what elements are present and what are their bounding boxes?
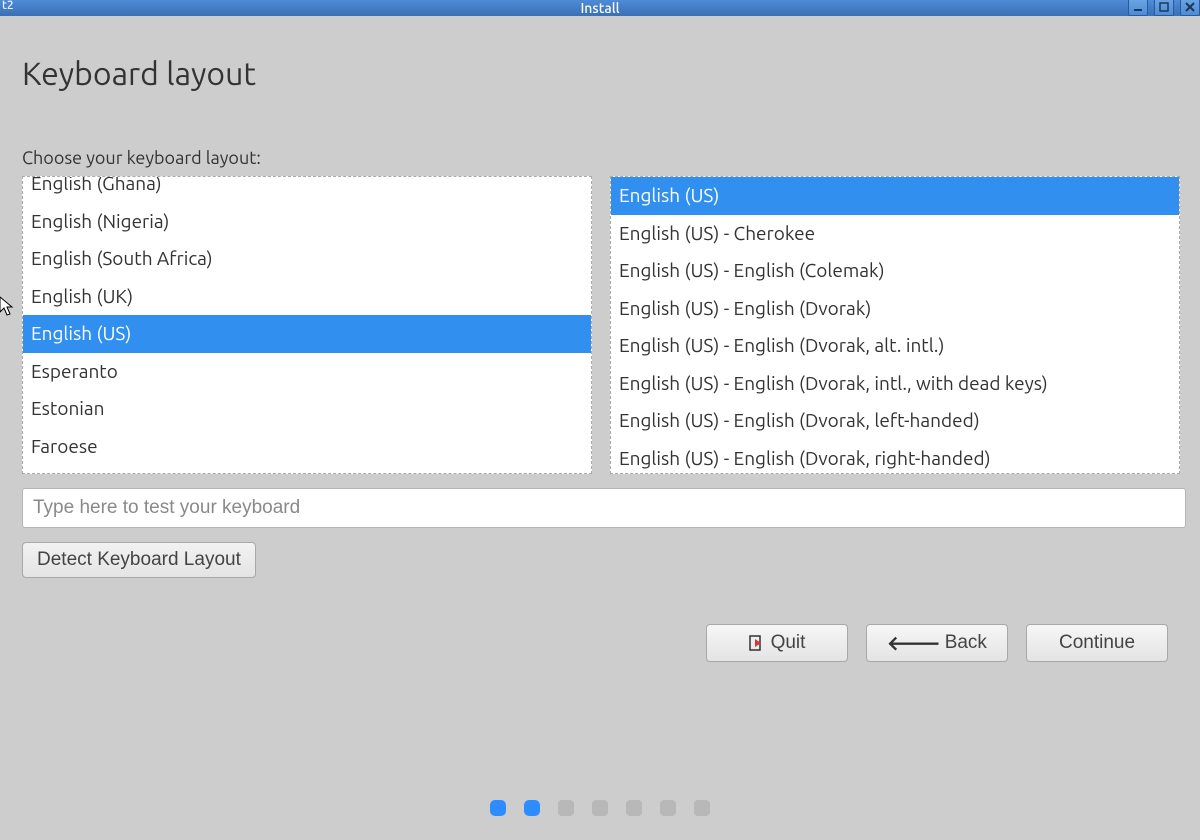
variant-item[interactable]: English (US) - English (Colemak) [611,252,1179,290]
language-item[interactable]: English (South Africa) [23,240,591,278]
variant-item[interactable]: English (US) - English (Dvorak, right-ha… [611,440,1179,475]
variant-item[interactable]: English (US) - English (Dvorak) [611,290,1179,328]
progress-dot [558,800,574,816]
navigation-buttons: Quit 🡐 Back Continue [22,624,1168,662]
variant-item[interactable]: English (US) - English (Dvorak, alt. int… [611,327,1179,365]
language-item[interactable]: English (Nigeria) [23,203,591,241]
content-area: Keyboard layout Choose your keyboard lay… [0,16,1200,662]
variant-item[interactable]: English (US) [611,177,1179,215]
progress-dot [626,800,642,816]
quit-label: Quit [771,632,806,654]
subtitle-label: Choose your keyboard layout: [22,148,1180,168]
titlebar-left: t2 [2,0,14,12]
language-item[interactable]: Estonian [23,390,591,428]
language-item[interactable]: English (UK) [23,278,591,316]
minimize-button[interactable] [1128,0,1148,16]
progress-dot [694,800,710,816]
detect-keyboard-button[interactable]: Detect Keyboard Layout [22,542,256,578]
layout-panes: English (Ghana)English (Nigeria)English … [22,176,1180,474]
continue-button[interactable]: Continue [1026,624,1168,662]
progress-indicator [490,800,710,816]
variant-item[interactable]: English (US) - Cherokee [611,215,1179,253]
back-arrow-icon: 🡐 [887,631,941,656]
variant-item[interactable]: English (US) - English (Dvorak, left-han… [611,402,1179,440]
language-item[interactable]: English (Ghana) [23,176,591,203]
window-title: Install [580,0,619,16]
progress-dot [490,800,506,816]
continue-label: Continue [1059,632,1135,654]
quit-button[interactable]: Quit [706,624,848,662]
progress-dot [592,800,608,816]
language-item[interactable]: English (US) [23,315,591,353]
page-title: Keyboard layout [22,56,1180,92]
language-item[interactable]: Esperanto [23,353,591,391]
variant-listbox[interactable]: English (US)English (US) - CherokeeEngli… [610,176,1180,474]
quit-icon [749,634,767,652]
progress-dot [660,800,676,816]
language-item[interactable]: Faroese [23,428,591,466]
back-button[interactable]: 🡐 Back [866,624,1008,662]
language-listbox[interactable]: English (Ghana)English (Nigeria)English … [22,176,592,474]
close-button[interactable] [1180,0,1200,16]
maximize-button[interactable] [1154,0,1174,16]
window-controls [1128,0,1200,16]
keyboard-test-input[interactable] [22,488,1186,528]
language-item[interactable]: Filipino [23,465,591,474]
variant-item[interactable]: English (US) - English (Dvorak, intl., w… [611,365,1179,403]
back-label: Back [945,632,987,654]
window-titlebar: t2 Install [0,0,1200,16]
progress-dot [524,800,540,816]
